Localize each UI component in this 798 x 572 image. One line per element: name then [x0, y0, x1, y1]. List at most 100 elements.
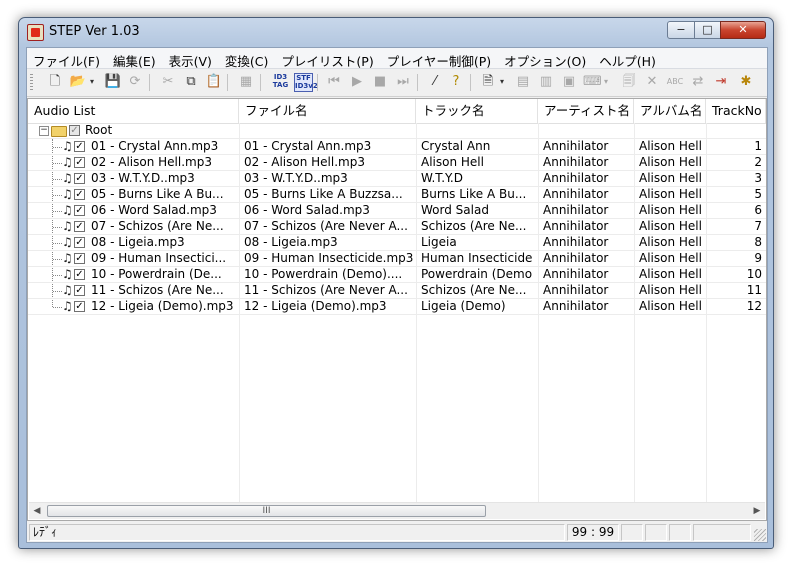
status-position: 99 : 99 — [567, 524, 619, 541]
track-name-cell: Schizos (Are Ne... — [421, 219, 527, 233]
track-checkbox[interactable]: ✓ — [74, 141, 85, 152]
id3-tag-bottom-label: TAG — [272, 81, 289, 89]
track-checkbox[interactable]: ✓ — [74, 205, 85, 216]
save-icon[interactable]: 💾 — [104, 73, 122, 91]
column-header-artist-name[interactable]: アーティスト名 — [538, 99, 634, 123]
track-no-cell: 12 — [746, 299, 762, 313]
table-icon[interactable]: ▤ — [514, 73, 532, 91]
tree-root-row[interactable]: − ✓ Root — [28, 123, 766, 139]
track-checkbox[interactable]: ✓ — [74, 237, 85, 248]
track-checkbox[interactable]: ✓ — [74, 189, 85, 200]
track-checkbox[interactable]: ✓ — [74, 301, 85, 312]
select-dropdown-arrow-icon[interactable]: ▾ — [497, 73, 507, 91]
file-name-cell: 05 - Burns Like A Buzzsa... — [244, 187, 403, 201]
toolbar-separator — [227, 74, 228, 91]
scroll-left-arrow-icon[interactable]: ◀ — [29, 503, 45, 519]
audio-file-icon: ♫ — [62, 139, 73, 153]
layout-icon[interactable]: ▣ — [560, 73, 578, 91]
audio-list-cell: 09 - Human Insectici... — [91, 251, 227, 265]
resize-grip[interactable] — [754, 529, 766, 541]
grid-icon[interactable]: ▦ — [237, 73, 255, 91]
menu-convert[interactable]: 変換(C) — [219, 48, 274, 69]
column-header-audio-list[interactable]: Audio List — [28, 99, 239, 123]
new-file-icon[interactable]: 🗋 — [46, 73, 64, 91]
table-row[interactable]: ♫ ✓ 02 - Alison Hell.mp3 02 - Alison Hell.m… — [28, 155, 766, 171]
column-header-track-name[interactable]: トラック名 — [416, 99, 538, 123]
table-row[interactable]: ♫ ✓ 07 - Schizos (Are Ne... 07 - Schizos (A… — [28, 219, 766, 235]
previous-track-icon[interactable]: ⏮ — [325, 73, 343, 91]
menu-edit[interactable]: 編集(E) — [107, 48, 162, 69]
format-icon[interactable]: ⌨ — [583, 73, 602, 91]
tree-line — [53, 195, 62, 196]
table-row[interactable]: ♫ ✓ 12 - Ligeia (Demo).mp3 12 - Ligeia (Dem… — [28, 299, 766, 315]
play-icon[interactable]: ▶ — [348, 73, 366, 91]
open-dropdown-arrow-icon[interactable]: ▾ — [87, 73, 97, 91]
convert-arrow-icon[interactable]: ⇥ — [712, 73, 730, 91]
cut-icon[interactable]: ✂ — [159, 73, 177, 91]
table-row[interactable]: ♫ ✓ 08 - Ligeia.mp3 08 - Ligeia.mp3 Ligeia An… — [28, 235, 766, 251]
table-row[interactable]: ♫ ✓ 03 - W.T.Y.D..mp3 03 - W.T.Y.D..mp3 W.T.… — [28, 171, 766, 187]
bookmark-icon[interactable]: ✱ — [737, 73, 755, 91]
track-checkbox[interactable]: ✓ — [74, 285, 85, 296]
stop-icon[interactable]: ■ — [371, 73, 389, 91]
menu-options[interactable]: オプション(O) — [498, 48, 592, 69]
root-checkbox[interactable]: ✓ — [69, 125, 80, 136]
scroll-right-arrow-icon[interactable]: ▶ — [749, 503, 765, 519]
menu-file[interactable]: ファイル(F) — [27, 48, 106, 69]
track-checkbox[interactable]: ✓ — [74, 173, 85, 184]
toolbar-grip[interactable] — [30, 74, 33, 91]
table-row[interactable]: ♫ ✓ 01 - Crystal Ann.mp3 01 - Crystal Ann.m… — [28, 139, 766, 155]
open-folder-icon[interactable]: 📂 — [69, 73, 87, 91]
select-file-icon[interactable]: 🗎 — [479, 73, 497, 91]
document-icon[interactable]: 🗐 — [620, 73, 638, 91]
table-row[interactable]: ♫ ✓ 10 - Powerdrain (De... 10 - Powerdrain … — [28, 267, 766, 283]
id3-tag-icon[interactable]: ID3 TAG — [271, 73, 290, 92]
minimize-button[interactable]: − — [667, 21, 695, 39]
menu-player-control[interactable]: プレイヤー制御(P) — [381, 48, 497, 69]
spellcheck-icon[interactable]: ABC — [666, 73, 684, 91]
menu-view[interactable]: 表示(V) — [163, 48, 218, 69]
collapse-toggle-icon[interactable]: − — [39, 126, 49, 136]
tree-line — [53, 291, 62, 292]
track-checkbox[interactable]: ✓ — [74, 221, 85, 232]
copy-icon[interactable]: ⧉ — [182, 73, 200, 91]
paste-icon[interactable]: 📋 — [205, 73, 223, 91]
track-checkbox[interactable]: ✓ — [74, 253, 85, 264]
maximize-button[interactable]: □ — [694, 21, 721, 39]
artist-name-cell: Annihilator — [543, 219, 609, 233]
tree-line — [53, 307, 62, 308]
next-track-icon[interactable]: ⏭ — [394, 73, 412, 91]
track-checkbox[interactable]: ✓ — [74, 269, 85, 280]
table-row[interactable]: ♫ ✓ 06 - Word Salad.mp3 06 - Word Salad.mp3… — [28, 203, 766, 219]
app-icon[interactable] — [27, 24, 44, 41]
close-button[interactable]: ✕ — [720, 21, 766, 39]
scrollbar-thumb[interactable]: III — [47, 505, 486, 517]
stf-id3v2-icon[interactable]: STF ID3v2 — [294, 73, 318, 92]
menu-help[interactable]: ヘルプ(H) — [593, 48, 662, 69]
audio-list-view[interactable]: Audio List ファイル名 トラック名 アーティスト名 アルバム名 Tra… — [27, 98, 767, 521]
toolbar: 🗋 📂 ▾ 💾 ⟳ ✂ ⧉ 📋 ▦ ID3 TAG STF ID3v2 ⏮ ▶ ■ … — [27, 70, 767, 97]
wand-icon[interactable]: ⁄ — [426, 73, 444, 91]
track-checkbox[interactable]: ✓ — [74, 157, 85, 168]
column-header-album-name[interactable]: アルバム名 — [634, 99, 706, 123]
column-header-track-no[interactable]: TrackNo — [706, 99, 766, 123]
track-no-cell: 1 — [754, 139, 762, 153]
album-name-cell: Alison Hell — [639, 251, 702, 265]
table-row[interactable]: ♫ ✓ 09 - Human Insectici... 09 - Human Inse… — [28, 251, 766, 267]
table-row[interactable]: ♫ ✓ 11 - Schizos (Are Ne... 11 - Schizos (A… — [28, 283, 766, 299]
menu-playlist[interactable]: プレイリスト(P) — [275, 48, 379, 69]
format-dropdown-arrow-icon[interactable]: ▾ — [601, 73, 611, 91]
track-no-cell: 2 — [754, 155, 762, 169]
reload-icon[interactable]: ⟳ — [126, 73, 144, 91]
album-name-cell: Alison Hell — [639, 299, 702, 313]
column-header-file-name[interactable]: ファイル名 — [239, 99, 416, 123]
horizontal-scrollbar[interactable]: ◀ III ▶ — [29, 502, 765, 519]
delete-icon[interactable]: ✕ — [643, 73, 661, 91]
help-cursor-icon[interactable]: ? — [447, 73, 465, 91]
file-name-cell: 09 - Human Insecticide.mp3 — [244, 251, 414, 265]
title-bar[interactable]: STEP Ver 1.03 − □ ✕ — [19, 18, 773, 46]
table-alt-icon[interactable]: ▥ — [537, 73, 555, 91]
album-name-cell: Alison Hell — [639, 171, 702, 185]
replace-icon[interactable]: ⇄ — [689, 73, 707, 91]
table-row[interactable]: ♫ ✓ 05 - Burns Like A Bu... 05 - Burns Like… — [28, 187, 766, 203]
